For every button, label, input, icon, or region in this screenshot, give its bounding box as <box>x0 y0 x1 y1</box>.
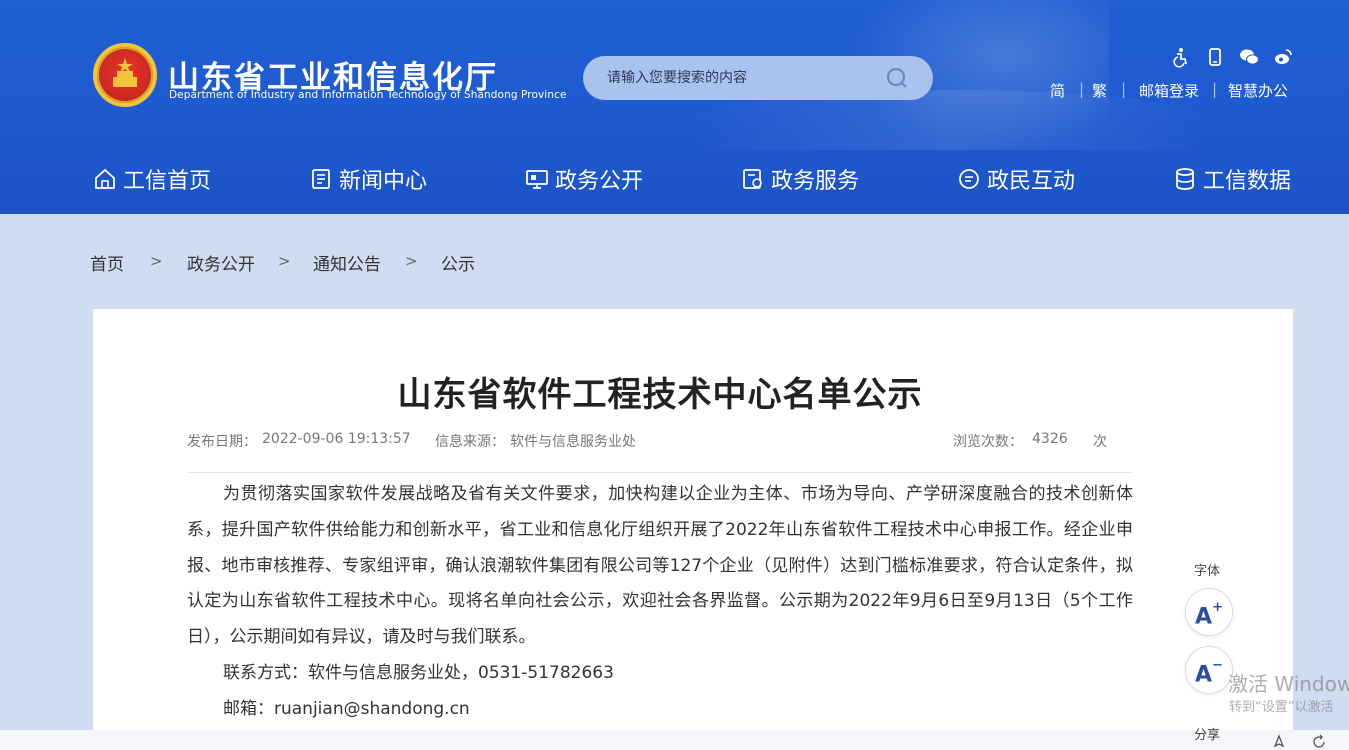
source-value: 软件与信息服务业处 <box>510 434 636 450</box>
screen-icon <box>526 170 548 189</box>
search-box <box>583 56 933 100</box>
breadcrumb-notices[interactable]: 通知公告 <box>313 250 381 275</box>
source-label: 信息来源： <box>435 434 505 450</box>
news-icon <box>312 169 330 189</box>
weibo-icon[interactable] <box>1272 46 1294 68</box>
meta-divider <box>187 472 1133 473</box>
refresh-icon[interactable] <box>1311 734 1327 750</box>
breadcrumb-home[interactable]: 首页 <box>90 250 124 275</box>
traditional-chinese-link[interactable]: 繁 <box>1092 80 1107 101</box>
publish-date: 2022-09-06 19:13:57 <box>262 431 411 447</box>
main-nav: 工信首页 新闻中心 政务公开 政务服务 政民互动 工信数据 <box>0 150 1349 210</box>
contact-line: 联系方式：软件与信息服务业处，0531-51782663 <box>223 662 614 683</box>
breadcrumb-current: 公示 <box>441 255 475 275</box>
database-icon <box>1176 168 1194 190</box>
mobile-icon[interactable] <box>1204 46 1226 68</box>
chat-icon <box>959 169 979 189</box>
views-unit: 次 <box>1093 434 1107 450</box>
bottom-bar <box>0 730 1349 750</box>
service-icon <box>743 169 762 189</box>
article-paragraph: 为贯彻落实国家软件发展战略及省有关文件要求，加快构建以企业为主体、市场为导向、产… <box>187 484 1133 648</box>
activation-watermark-hint: 转到“设置”以激活 <box>1229 700 1334 715</box>
search-icon[interactable] <box>885 66 909 90</box>
rocket-icon[interactable] <box>1271 734 1287 750</box>
views-label: 浏览次数： <box>953 434 1023 450</box>
simplified-chinese-link[interactable]: 简 <box>1050 80 1065 101</box>
share-label: 分享 <box>1194 728 1221 743</box>
article-title: 山东省软件工程技术中心名单公示 <box>397 375 923 415</box>
article-body: 为贯彻落实国家软件发展战略及省有关文件要求，加快构建以企业为主体、市场为导向、产… <box>187 477 1133 728</box>
activation-watermark-title: 激活 Window <box>1228 672 1349 696</box>
accessibility-icon[interactable] <box>1170 46 1192 68</box>
breadcrumb-separator: > <box>405 252 418 270</box>
wechat-icon[interactable] <box>1238 46 1260 68</box>
font-decrease-button[interactable]: A− <box>1185 646 1233 694</box>
font-size-label: 字体 <box>1194 564 1221 579</box>
home-icon <box>95 168 115 189</box>
views-count: 4326 <box>1032 431 1068 447</box>
smart-office-link[interactable]: 智慧办公 <box>1228 80 1288 101</box>
font-increase-button[interactable]: A+ <box>1185 588 1233 636</box>
publish-label: 发布日期： <box>187 434 257 450</box>
email-line: 邮箱：ruanjian@shandong.cn <box>223 698 470 719</box>
email-login-link[interactable]: 邮箱登录 <box>1139 80 1199 101</box>
article-panel: 山东省软件工程技术中心名单公示 发布日期： 2022-09-06 19:13:5… <box>93 309 1293 750</box>
site-subtitle: Department of Industry and Information T… <box>169 89 567 101</box>
article-meta: 发布日期： 2022-09-06 19:13:57 信息来源： 软件与信息服务业… <box>187 431 1133 451</box>
site-header: 山东省工业和信息化厅 Department of Industry and In… <box>0 0 1349 214</box>
national-emblem-logo[interactable] <box>93 43 157 107</box>
breadcrumb-gov-affairs[interactable]: 政务公开 <box>187 250 255 275</box>
breadcrumb-separator: > <box>150 252 163 270</box>
search-input[interactable] <box>607 56 877 100</box>
breadcrumb-separator: > <box>278 252 291 270</box>
